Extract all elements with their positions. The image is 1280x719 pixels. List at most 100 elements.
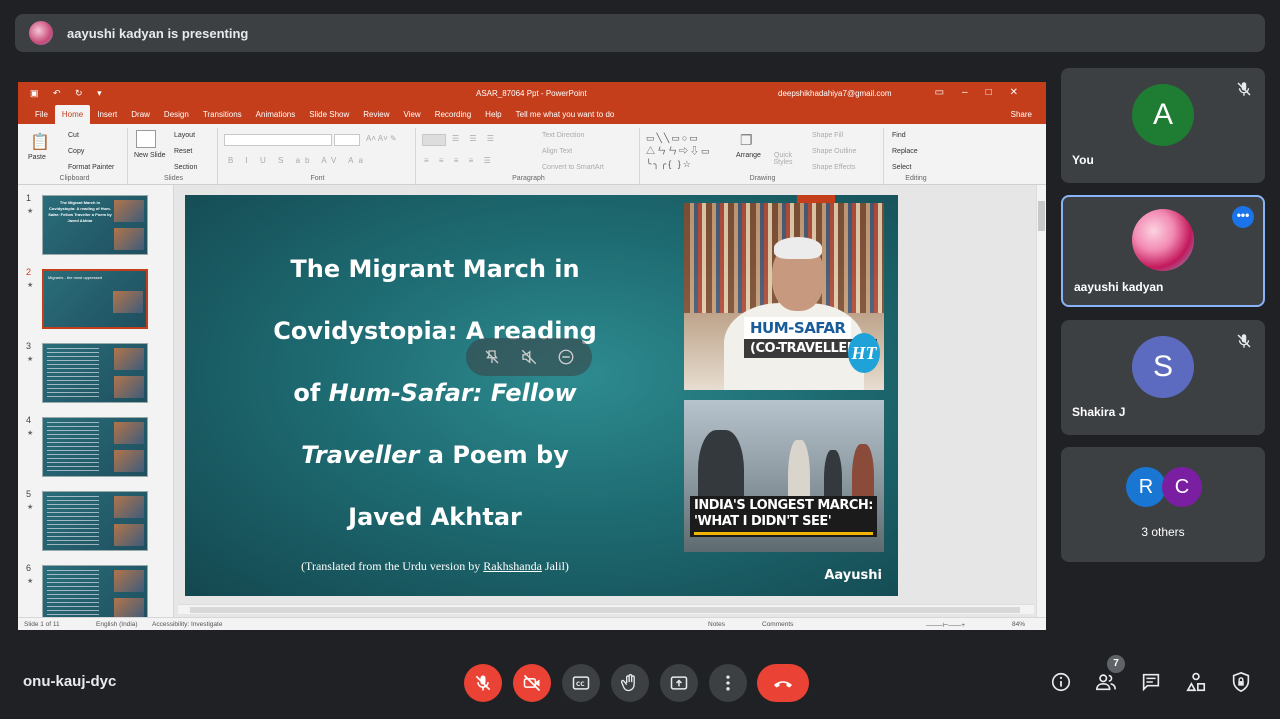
notes-button[interactable]: Notes xyxy=(708,621,725,628)
quick-styles-button[interactable]: Quick Styles xyxy=(772,152,794,166)
align-text-button[interactable]: Align Text xyxy=(542,148,572,155)
tab-file[interactable]: File xyxy=(28,110,55,124)
camera-button[interactable] xyxy=(513,664,551,702)
align-buttons[interactable]: ≡ ≡ ≡ ≡ ☰ xyxy=(424,156,495,165)
shape-outline-button[interactable]: Shape Outline xyxy=(812,148,856,155)
arrange-button[interactable]: Arrange xyxy=(736,152,761,159)
layout-button[interactable]: Layout xyxy=(174,132,195,139)
tab-animations[interactable]: Animations xyxy=(249,110,303,124)
new-slide-icon[interactable] xyxy=(136,130,156,148)
unpin-icon[interactable] xyxy=(481,346,503,368)
tab-view[interactable]: View xyxy=(397,110,428,124)
slide-thumbnail-2[interactable]: Migrants - the most oppressed xyxy=(42,269,148,329)
shape-fill-button[interactable]: Shape Fill xyxy=(812,132,843,139)
slide-thumbnail-4[interactable] xyxy=(42,417,148,477)
caption-underline xyxy=(694,532,873,535)
chat-button[interactable] xyxy=(1139,670,1163,694)
poet-photo: HUM-SAFAR (CO-TRAVELLERS) HT xyxy=(684,203,884,390)
leave-call-button[interactable] xyxy=(757,664,809,702)
more-options-icon[interactable]: ••• xyxy=(1232,206,1254,228)
text-direction-button[interactable]: Text Direction xyxy=(542,132,584,139)
shape-effects-button[interactable]: Shape Effects xyxy=(812,164,855,171)
language-indicator[interactable]: English (India) xyxy=(96,621,138,628)
tell-me-search[interactable]: Tell me what you want to do xyxy=(509,110,622,124)
caption-line: 'WHAT I DIDN'T SEE' xyxy=(694,514,832,529)
horizontal-scrollbar[interactable] xyxy=(178,604,1034,614)
paste-icon[interactable]: 📋 xyxy=(30,132,50,152)
thumb-star: ★ xyxy=(27,578,34,585)
tab-draw[interactable]: Draw xyxy=(124,110,157,124)
new-slide-button[interactable]: New Slide xyxy=(134,152,166,159)
avatar: R xyxy=(1126,467,1166,507)
format-painter-button[interactable]: Format Painter xyxy=(68,164,114,171)
tab-help[interactable]: Help xyxy=(478,110,508,124)
tab-recording[interactable]: Recording xyxy=(428,110,478,124)
mic-off-icon xyxy=(1237,334,1251,348)
tab-home[interactable]: Home xyxy=(54,105,91,124)
thumb-star: ★ xyxy=(27,430,34,437)
select-button[interactable]: Select xyxy=(892,164,911,171)
meeting-details-button[interactable] xyxy=(1049,670,1073,694)
arrange-icon[interactable]: ❐ xyxy=(740,132,753,149)
thumb-number: 2 xyxy=(26,267,32,277)
section-button[interactable]: Section xyxy=(174,164,197,171)
remove-icon[interactable] xyxy=(555,346,577,368)
slide-thumbnail-3[interactable] xyxy=(42,343,148,403)
cut-button[interactable]: Cut xyxy=(68,132,79,139)
reset-button[interactable]: Reset xyxy=(174,148,192,155)
copy-button[interactable]: Copy xyxy=(68,148,84,155)
microphone-button[interactable] xyxy=(464,664,502,702)
slide-thumbnail-6[interactable] xyxy=(42,565,148,617)
zoom-level[interactable]: 84% xyxy=(1012,621,1025,628)
slide-title-line: Covidystopia: A reading xyxy=(273,317,597,345)
host-controls-button[interactable] xyxy=(1229,670,1253,694)
mute-audio-icon[interactable] xyxy=(518,346,540,368)
font-size-buttons[interactable]: A˄ A˅ ✎ xyxy=(366,134,397,143)
slide-thumbnail-1[interactable]: The Migrant March in Covidystopia: A rea… xyxy=(42,195,148,255)
font-family-select[interactable] xyxy=(224,134,332,146)
raise-hand-button[interactable] xyxy=(611,664,649,702)
thumb-title: The Migrant March in Covidystopia: A rea… xyxy=(48,200,112,223)
present-button[interactable] xyxy=(660,664,698,702)
bullets-button[interactable] xyxy=(422,134,446,146)
participant-tile-shakira[interactable]: S Shakira J xyxy=(1061,320,1265,435)
vertical-scrollbar[interactable] xyxy=(1036,185,1046,617)
convert-smartart-button[interactable]: Convert to SmartArt xyxy=(542,164,604,171)
shapes-gallery[interactable]: ▭╲╲▭○▭ △ㄣㄣ⇨⇩▭ ╰╮╭{ }☆ xyxy=(646,132,722,170)
comments-button[interactable]: Comments xyxy=(762,621,793,628)
find-button[interactable]: Find xyxy=(892,132,906,139)
captions-button[interactable]: CC xyxy=(562,664,600,702)
slide-accent-bar xyxy=(797,195,835,203)
more-options-button[interactable] xyxy=(709,664,747,702)
captions-icon: CC xyxy=(572,676,590,690)
tab-review[interactable]: Review xyxy=(356,110,396,124)
thumb-image xyxy=(114,348,144,370)
participant-tile-aayushi[interactable]: aayushi kadyan ••• xyxy=(1061,195,1265,307)
replace-button[interactable]: Replace xyxy=(892,148,918,155)
scroll-thumb[interactable] xyxy=(190,607,1020,613)
zoom-slider[interactable]: –——⊢——+ xyxy=(926,621,965,629)
tab-transitions[interactable]: Transitions xyxy=(196,110,249,124)
font-style-buttons[interactable]: B I U S ab AV Aa xyxy=(228,156,368,165)
people-button[interactable] xyxy=(1094,670,1118,694)
participant-tile-others[interactable]: R C 3 others xyxy=(1061,447,1265,562)
accessibility-indicator[interactable]: Accessibility: Investigate xyxy=(152,621,222,628)
share-button[interactable]: Share xyxy=(1004,110,1046,124)
quick-access-toolbar[interactable]: ▣ ↶ ↻ ▾ xyxy=(30,88,108,99)
font-size-select[interactable] xyxy=(334,134,360,146)
current-slide[interactable]: The Migrant March in Covidystopia: A rea… xyxy=(185,195,898,596)
list-buttons[interactable]: ☰ ☰ ☰ xyxy=(452,134,498,143)
paste-button[interactable]: Paste xyxy=(28,154,46,161)
window-controls[interactable]: ▭–□✕ xyxy=(935,87,1036,98)
thumb-image xyxy=(114,496,144,518)
scroll-thumb[interactable] xyxy=(1038,201,1045,231)
ribbon-tabs: File Home Insert Draw Design Transitions… xyxy=(18,104,1046,124)
activities-button[interactable] xyxy=(1184,670,1208,694)
status-bar: Slide 1 of 11 English (India) Accessibil… xyxy=(18,617,1046,630)
slide-thumbnail-5[interactable] xyxy=(42,491,148,551)
tab-slide-show[interactable]: Slide Show xyxy=(302,110,356,124)
tab-insert[interactable]: Insert xyxy=(90,110,124,124)
file-name: ASAR_87064 Ppt - PowerPoint xyxy=(476,89,587,98)
tab-design[interactable]: Design xyxy=(157,110,196,124)
participant-tile-you[interactable]: A You xyxy=(1061,68,1265,183)
